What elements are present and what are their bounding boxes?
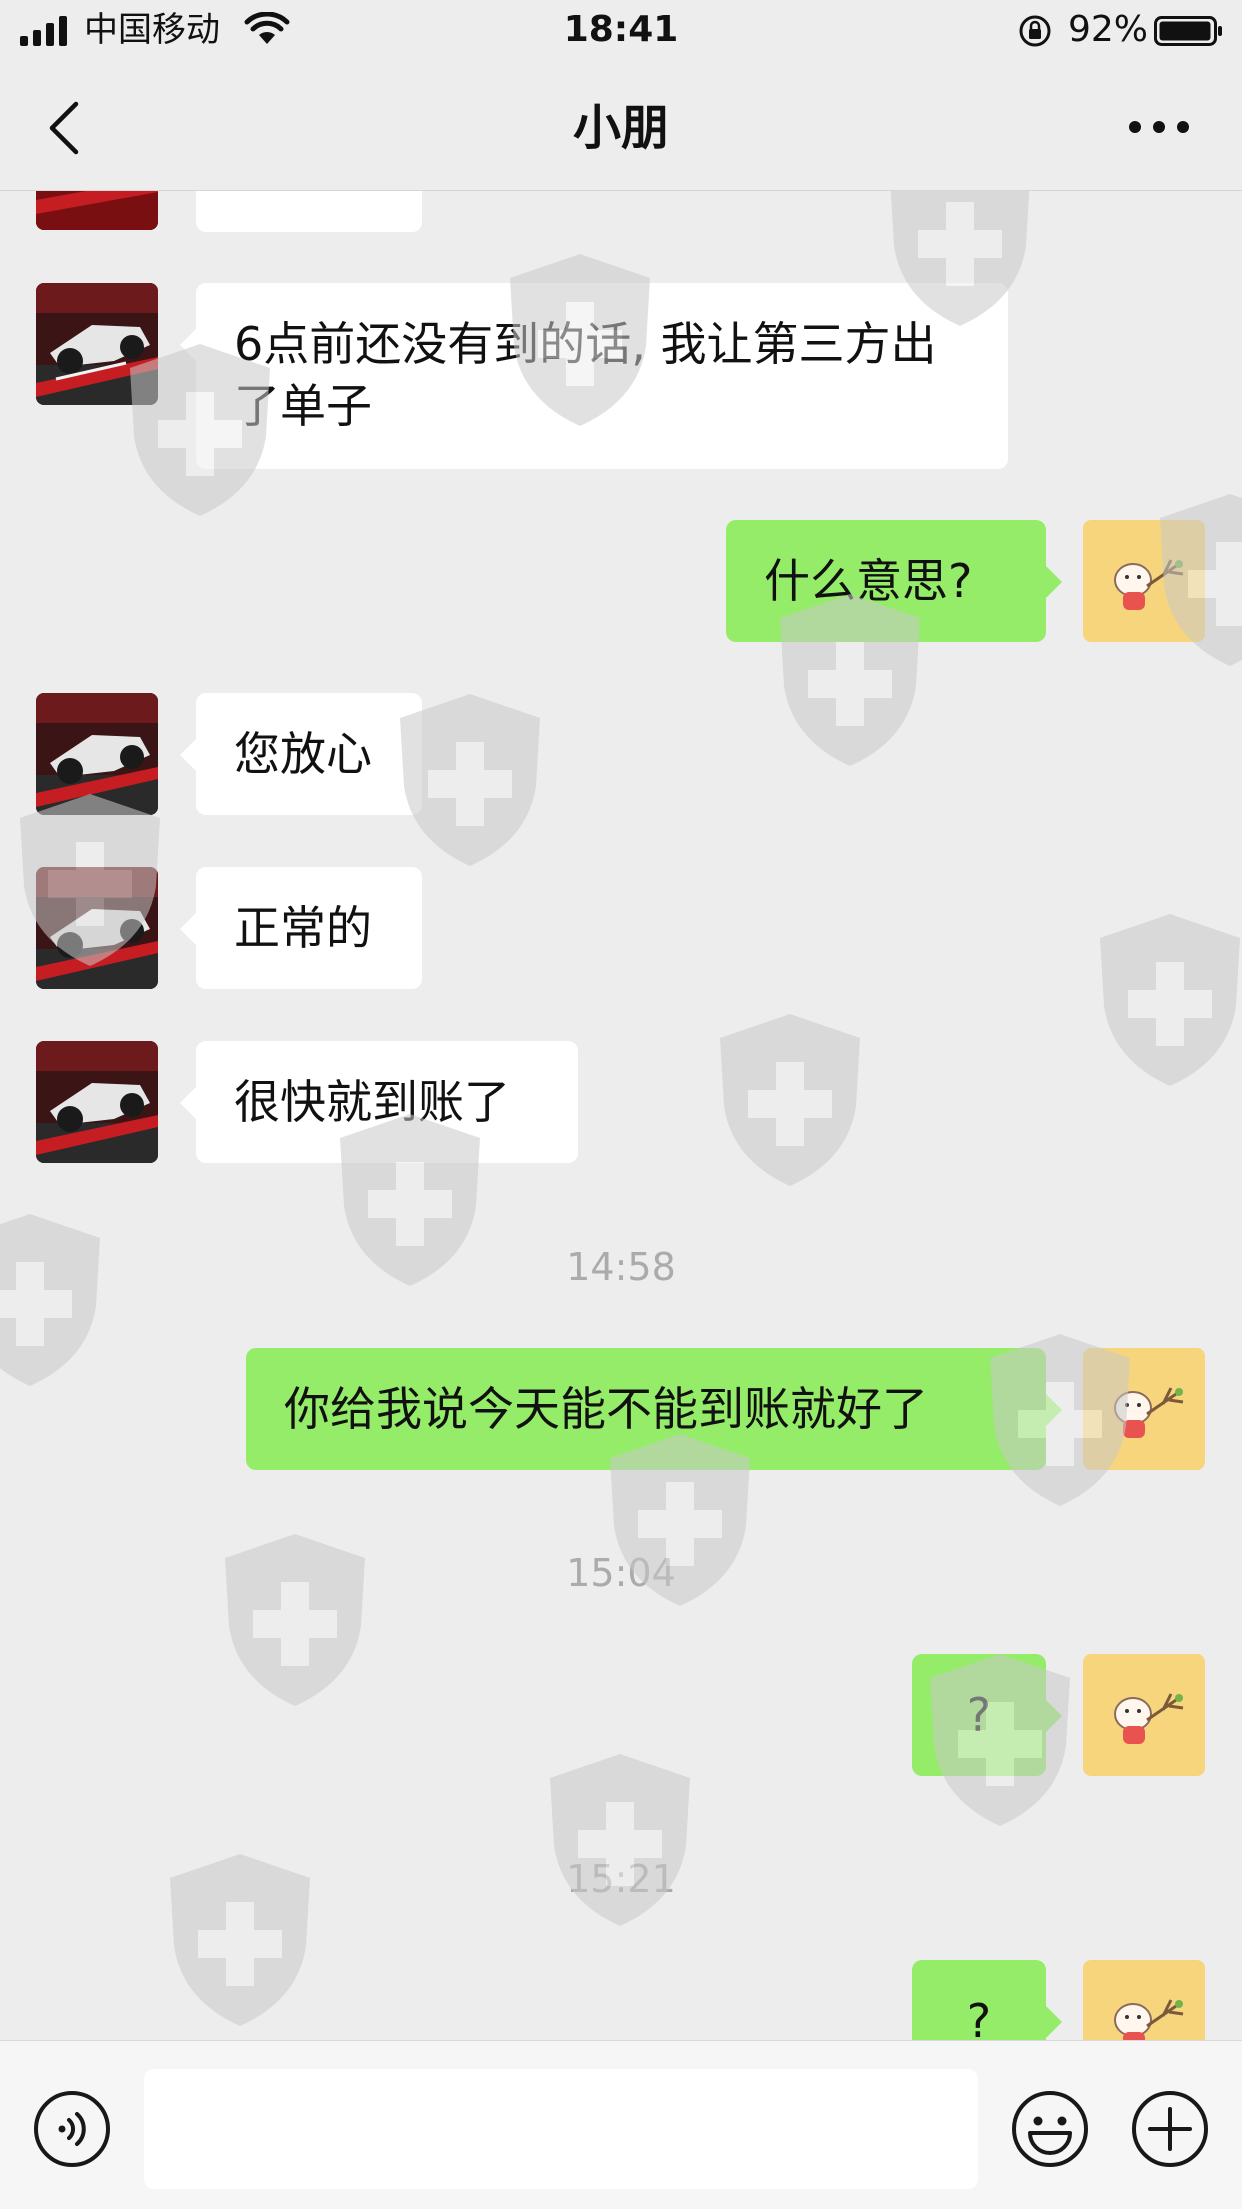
race-car-avatar-icon bbox=[36, 283, 158, 405]
battery-percent: 92% bbox=[1068, 9, 1149, 50]
contact-name: 小朋 bbox=[572, 100, 669, 156]
message-bubble-incoming[interactable]: 很快就到账了 bbox=[180, 1041, 578, 1163]
shield-watermark-icon bbox=[1100, 914, 1240, 1086]
contact-avatar[interactable] bbox=[36, 693, 158, 815]
message-bubble-incoming[interactable]: 您放心 bbox=[180, 693, 422, 815]
cartoon-pig-avatar-icon bbox=[1083, 520, 1205, 642]
timestamp: 15:21 bbox=[566, 1857, 676, 1901]
battery-icon bbox=[1154, 16, 1222, 46]
timestamp: 15:04 bbox=[566, 1551, 676, 1595]
input-toolbar bbox=[0, 2040, 1242, 2209]
emoji-icon[interactable] bbox=[1010, 2089, 1090, 2169]
cartoon-pig-avatar-icon bbox=[1083, 1960, 1205, 2040]
shield-watermark-icon bbox=[720, 1014, 860, 1186]
shield-watermark-icon bbox=[0, 1214, 100, 1386]
status-bar: 中国移动 18:41 92% bbox=[0, 0, 1242, 62]
contact-avatar[interactable] bbox=[36, 283, 158, 405]
contact-avatar[interactable] bbox=[36, 190, 158, 230]
race-car-avatar-icon bbox=[36, 1041, 158, 1163]
my-avatar[interactable] bbox=[1083, 520, 1205, 642]
race-car-avatar-icon bbox=[36, 693, 158, 815]
voice-input-icon[interactable] bbox=[32, 2089, 112, 2169]
message-bubble-outgoing[interactable]: ? bbox=[912, 1654, 1062, 1776]
race-car-avatar-icon bbox=[36, 867, 158, 989]
message-bubble-outgoing[interactable]: 什么意思? bbox=[726, 520, 1062, 642]
add-attachment-icon[interactable] bbox=[1130, 2089, 1210, 2169]
message-bubble-incoming[interactable] bbox=[196, 190, 422, 232]
message-list[interactable]: 6点前还没有到的话, 我让第三方出了单子 什么意思? 您放心 正常的 很快就到账… bbox=[0, 190, 1242, 2040]
cartoon-pig-avatar-icon bbox=[1083, 1654, 1205, 1776]
timestamp: 14:58 bbox=[566, 1245, 676, 1289]
message-bubble-outgoing[interactable]: ? bbox=[912, 1960, 1062, 2040]
cartoon-pig-avatar-icon bbox=[1083, 1348, 1205, 1470]
message-input[interactable] bbox=[144, 2069, 978, 2189]
chat-header: 小朋 bbox=[0, 62, 1242, 191]
my-avatar[interactable] bbox=[1083, 1960, 1205, 2040]
message-bubble-outgoing[interactable]: 你给我说今天能不能到账就好了 bbox=[246, 1348, 1062, 1470]
contact-avatar[interactable] bbox=[36, 1041, 158, 1163]
message-bubble-incoming[interactable]: 正常的 bbox=[180, 867, 422, 989]
my-avatar[interactable] bbox=[1083, 1348, 1205, 1470]
my-avatar[interactable] bbox=[1083, 1654, 1205, 1776]
contact-avatar[interactable] bbox=[36, 867, 158, 989]
race-car-avatar-icon bbox=[36, 190, 158, 230]
message-bubble-incoming[interactable]: 6点前还没有到的话, 我让第三方出了单子 bbox=[180, 283, 1008, 469]
clock: 18:41 bbox=[563, 9, 679, 50]
more-options-icon[interactable] bbox=[1126, 114, 1192, 140]
rotation-lock-icon bbox=[1019, 15, 1051, 47]
